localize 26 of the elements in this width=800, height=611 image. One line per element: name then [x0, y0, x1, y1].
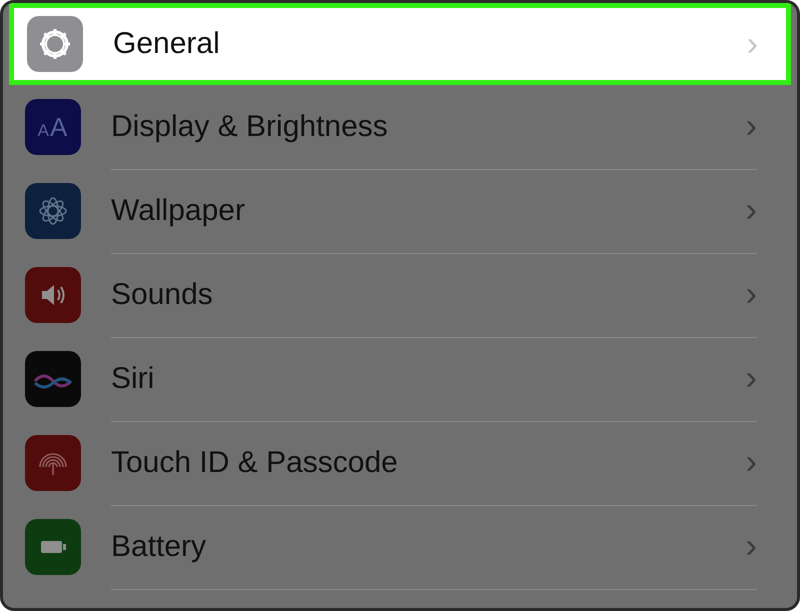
- battery-icon: [25, 519, 81, 575]
- settings-row[interactable]: Battery ›: [3, 505, 797, 589]
- setting-label: Siri: [111, 362, 156, 396]
- setting-label: Touch ID & Passcode: [111, 446, 399, 480]
- settings-row[interactable]: AA Display & Brightness ›: [3, 85, 797, 169]
- chevron-icon: ›: [746, 24, 758, 64]
- chevron-icon: ›: [746, 359, 757, 398]
- chevron-icon: ›: [746, 107, 757, 146]
- settings-row[interactable]: Touch ID & Passcode ›: [3, 421, 797, 505]
- text-size-icon: AA: [25, 99, 81, 155]
- setting-label: Wallpaper: [111, 194, 246, 228]
- chevron-icon: ›: [746, 443, 757, 482]
- chevron-icon: ›: [746, 275, 757, 314]
- settings-row[interactable]: General ›: [9, 3, 791, 85]
- settings-row[interactable]: Wallpaper ›: [3, 169, 797, 253]
- speaker-icon: [25, 267, 81, 323]
- chevron-icon: ›: [746, 527, 757, 566]
- setting-label: Battery: [111, 530, 208, 564]
- setting-label: General: [113, 27, 221, 61]
- settings-row[interactable]: Siri ›: [3, 337, 797, 421]
- setting-label: Sounds: [111, 278, 214, 312]
- siri-icon: [25, 351, 81, 407]
- gear-icon: [27, 16, 83, 72]
- setting-label: Display & Brightness: [111, 110, 389, 144]
- settings-row[interactable]: Sounds ›: [3, 253, 797, 337]
- chevron-icon: ›: [746, 191, 757, 230]
